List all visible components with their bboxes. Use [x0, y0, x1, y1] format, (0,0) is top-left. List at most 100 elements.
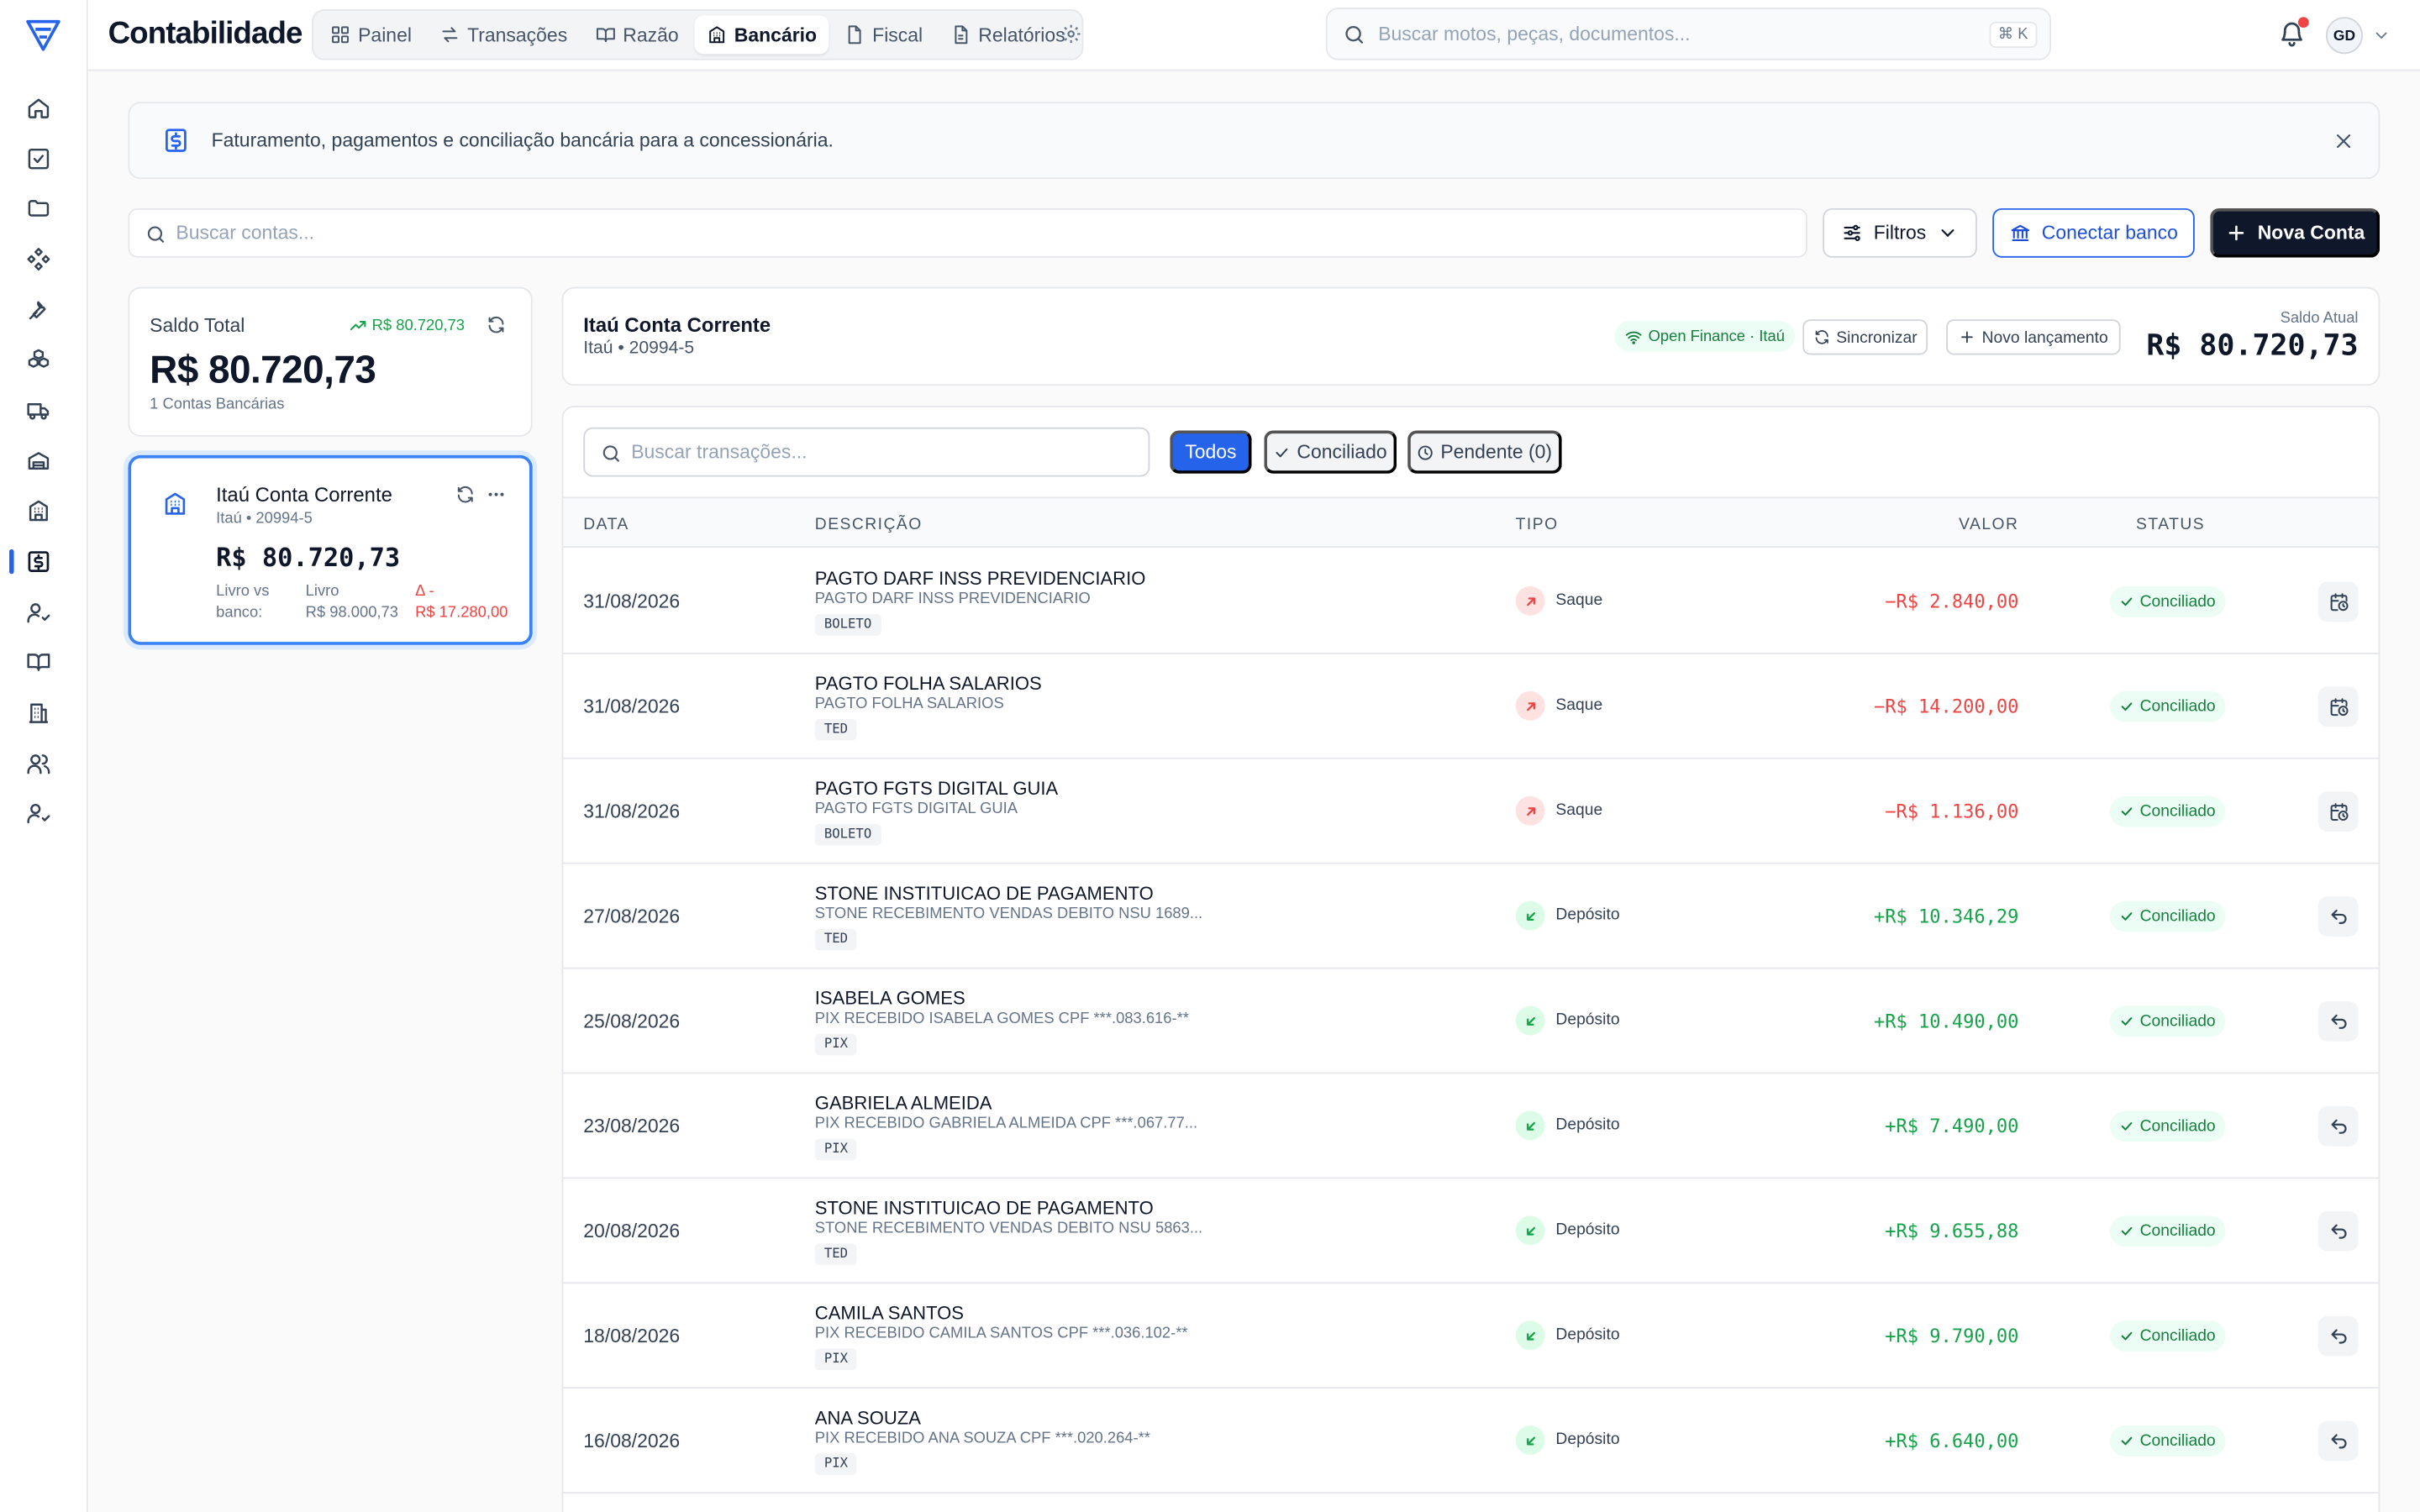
- row-method-badge: PIX: [814, 1138, 858, 1161]
- column-type[interactable]: Tipo: [1516, 515, 1559, 533]
- row-action-button[interactable]: [2317, 1210, 2359, 1252]
- new-entry-label: Novo lançamento: [1981, 328, 2108, 347]
- row-method-badge: PIX: [814, 1453, 858, 1475]
- row-value: +R$ 9.790,00: [1885, 1325, 2019, 1347]
- table-row[interactable]: 31/08/2026 PAGTO DARF INSS PREVIDENCIARIO…: [563, 549, 2379, 654]
- filter-pending-button[interactable]: Pendente (0): [1407, 430, 1562, 474]
- row-date: 31/08/2026: [583, 696, 681, 718]
- row-type-icon: [1515, 1005, 1545, 1036]
- row-type: Depósito: [1555, 1325, 1620, 1344]
- row-date: 20/08/2026: [583, 1220, 681, 1242]
- close-icon[interactable]: [2333, 131, 2354, 151]
- gear-icon[interactable]: [1060, 24, 1082, 45]
- sidebar-item-warehouse[interactable]: [22, 444, 55, 478]
- sidebar-item-financial[interactable]: [22, 544, 55, 578]
- tab-bancario[interactable]: Bancário: [694, 15, 829, 55]
- table-row[interactable]: 27/08/2026 STONE INSTITUICAO DE PAGAMENTO…: [563, 864, 2379, 969]
- tab-relatorios[interactable]: Relatórios: [939, 15, 1078, 54]
- row-action-button[interactable]: [2317, 1420, 2359, 1462]
- row-action-button[interactable]: [2317, 1105, 2359, 1147]
- undo-icon: [2330, 908, 2346, 924]
- row-action-button[interactable]: [2317, 1001, 2359, 1042]
- refresh-icon[interactable]: [487, 315, 507, 335]
- row-action-button[interactable]: [2317, 1315, 2359, 1357]
- sidebar-item-delivery[interactable]: [22, 393, 55, 427]
- column-value[interactable]: Valor: [1959, 515, 2018, 533]
- status-label: Conciliado: [2139, 697, 2216, 717]
- row-method-badge: TED: [814, 718, 858, 741]
- status-badge: Conciliado: [2109, 900, 2226, 932]
- more-horizontal-icon[interactable]: [487, 485, 507, 505]
- transaction-search-input[interactable]: [631, 428, 1125, 475]
- column-description[interactable]: Descrição: [815, 515, 923, 533]
- row-type-icon: [1515, 795, 1545, 826]
- table-row[interactable]: 16/08/2026 ANA SOUZA PIX RECEBIDO ANA SOUZ…: [563, 1389, 2379, 1494]
- connect-bank-button[interactable]: Conectar banco: [1992, 207, 2195, 258]
- tab-fiscal[interactable]: Fiscal: [832, 15, 934, 54]
- tab-transacoes[interactable]: Transações: [427, 15, 580, 54]
- filter-all-button[interactable]: Todos: [1170, 430, 1252, 474]
- notification-dot: [2297, 17, 2309, 29]
- sidebar-item-folders[interactable]: [22, 192, 55, 225]
- delta-label: Δ -: [415, 583, 434, 601]
- table-row[interactable]: 31/08/2026 PAGTO FGTS DIGITAL GUIA PAGTO F…: [563, 759, 2379, 864]
- undo-icon: [2330, 1013, 2346, 1028]
- table-row[interactable]: 20/08/2026 STONE INSTITUICAO DE PAGAMENTO…: [563, 1179, 2379, 1284]
- account-name: Itaú Conta Corrente: [216, 482, 392, 507]
- sidebar-item-service[interactable]: [22, 293, 55, 327]
- sidebar-item-inventory[interactable]: [22, 343, 55, 376]
- sidebar-item-catalog[interactable]: [22, 645, 55, 679]
- total-balance-value: R$ 80.720,73: [150, 349, 376, 392]
- avatar[interactable]: GD: [2325, 17, 2364, 55]
- row-description: PIX RECEBIDO CAMILA SANTOS CPF ***.036.1…: [814, 1325, 1188, 1342]
- delta-value: R$ 17.280,00: [415, 605, 508, 622]
- new-entry-button[interactable]: Novo lançamento: [1946, 319, 2121, 355]
- sidebar-item-company[interactable]: [22, 696, 55, 729]
- row-action-button[interactable]: [2317, 686, 2359, 727]
- arrow-down-left-icon: [1526, 1331, 1535, 1340]
- status-label: Conciliado: [2139, 1116, 2216, 1136]
- tab-razao[interactable]: Razão: [583, 15, 692, 54]
- tab-painel[interactable]: Painel: [318, 15, 424, 54]
- refresh-icon[interactable]: [455, 485, 476, 505]
- row-date: 31/08/2026: [583, 591, 681, 613]
- check-icon: [2122, 1331, 2133, 1341]
- chevron-down-icon[interactable]: [2372, 26, 2391, 45]
- account-header-number: Itaú • 20994-5: [583, 339, 695, 359]
- filters-button[interactable]: Filtros: [1823, 207, 1977, 258]
- plus-icon: [2228, 225, 2244, 241]
- arrow-up-right-icon: [1526, 806, 1535, 816]
- row-action-button[interactable]: [2317, 581, 2359, 622]
- sidebar-item-buildings[interactable]: [22, 494, 55, 528]
- sidebar-item-users[interactable]: [22, 796, 55, 830]
- global-search-input[interactable]: [1378, 9, 1965, 59]
- sidebar-item-home[interactable]: [22, 91, 55, 124]
- sidebar-item-parts[interactable]: [22, 242, 55, 276]
- table-row[interactable]: 31/08/2026 PAGTO FOLHA SALARIOS PAGTO FOLH…: [563, 654, 2379, 759]
- row-action-button[interactable]: [2317, 896, 2359, 937]
- tab-label: Relatórios: [978, 24, 1065, 46]
- search-icon: [147, 226, 165, 243]
- sidebar-item-team[interactable]: [22, 747, 55, 780]
- column-status[interactable]: Status: [2136, 515, 2205, 533]
- status-label: Conciliado: [2139, 592, 2216, 612]
- column-date[interactable]: Data: [583, 515, 629, 533]
- table-row[interactable]: 18/08/2026 CAMILA SANTOS PIX RECEBIDO CAMI…: [563, 1284, 2379, 1389]
- table-row[interactable]: 25/08/2026 ISABELA GOMES PIX RECEBIDO ISAB…: [563, 969, 2379, 1074]
- arrow-down-left-icon: [1526, 1226, 1535, 1235]
- office-icon: [29, 703, 48, 723]
- row-date: 23/08/2026: [583, 1115, 681, 1137]
- new-account-button[interactable]: Nova Conta: [2210, 207, 2381, 258]
- chevron-down-icon: [1941, 229, 1954, 238]
- account-card-itau[interactable]: Itaú Conta Corrente Itaú • 20994-5 R$ 80…: [128, 454, 533, 645]
- logo-icon[interactable]: [24, 18, 61, 52]
- filter-reconciled-button[interactable]: Conciliado: [1264, 430, 1397, 474]
- sidebar-item-customers[interactable]: [22, 596, 55, 629]
- sidebar-item-tasks[interactable]: [22, 142, 55, 176]
- module-tabs: Painel Transações Razão Bancário Fiscal …: [312, 9, 1084, 60]
- check-icon: [2122, 1436, 2133, 1446]
- account-search-input[interactable]: [176, 209, 1720, 256]
- sync-button[interactable]: Sincronizar: [1802, 319, 1928, 355]
- table-row[interactable]: 23/08/2026 GABRIELA ALMEIDA PIX RECEBIDO G…: [563, 1074, 2379, 1179]
- row-action-button[interactable]: [2317, 791, 2359, 832]
